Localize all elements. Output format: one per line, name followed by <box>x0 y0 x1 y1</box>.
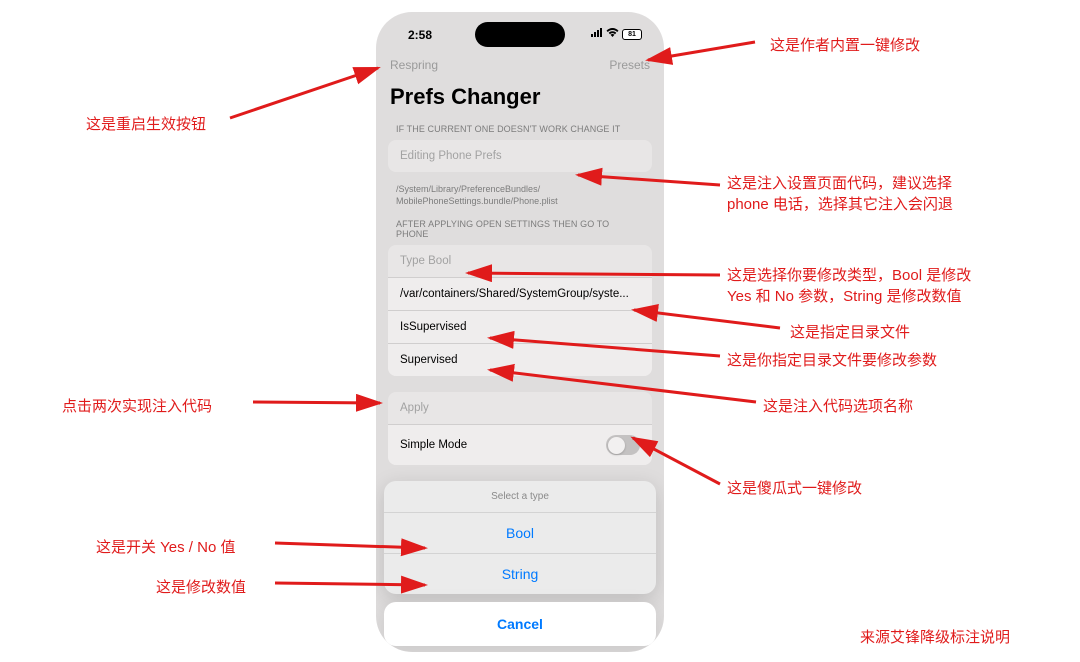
annot-apply: 点击两次实现注入代码 <box>62 395 212 416</box>
sheet-cancel-button[interactable]: Cancel <box>384 602 656 646</box>
is-supervised-cell[interactable]: IsSupervised <box>388 311 652 344</box>
dynamic-island <box>475 22 565 47</box>
annot-supervised: 这是注入代码选项名称 <box>763 395 913 416</box>
simple-mode-row: Simple Mode <box>388 425 652 465</box>
sheet-option-bool[interactable]: Bool <box>384 513 656 554</box>
status-icons: 81 <box>591 28 642 40</box>
annot-issupervised: 这是你指定目录文件要修改参数 <box>727 349 937 370</box>
plist-path-text: /System/Library/PreferenceBundles/ Mobil… <box>376 182 664 215</box>
supervised-cell[interactable]: Supervised <box>388 344 652 376</box>
section-label-1: IF THE CURRENT ONE DOESN'T WORK CHANGE I… <box>376 120 664 138</box>
status-time: 2:58 <box>408 28 432 42</box>
annot-string: 这是修改数值 <box>156 576 246 597</box>
page-title: Prefs Changer <box>376 78 664 120</box>
type-bool-cell[interactable]: Type Bool <box>388 245 652 278</box>
wifi-icon <box>606 28 619 40</box>
signal-icon <box>591 28 603 40</box>
annot-respring: 这是重启生效按钮 <box>86 113 206 134</box>
annot-source: 来源艾锋降级标注说明 <box>860 626 1010 647</box>
status-bar: 2:58 81 <box>376 12 664 56</box>
annot-bool: 这是开关 Yes / No 值 <box>96 536 235 557</box>
battery-icon: 81 <box>622 29 642 40</box>
annot-container: 这是指定目录文件 <box>790 321 910 342</box>
sheet-option-string[interactable]: String <box>384 554 656 594</box>
annot-simple: 这是傻瓜式一键修改 <box>727 477 862 498</box>
action-sheet: Select a type Bool String Cancel <box>384 481 656 646</box>
respring-button[interactable]: Respring <box>390 58 438 72</box>
presets-button[interactable]: Presets <box>609 58 650 72</box>
annot-presets: 这是作者内置一键修改 <box>770 34 920 55</box>
annot-typebool: 这是选择你要修改类型，Bool 是修改 Yes 和 No 参数，String 是… <box>727 264 971 306</box>
apply-button[interactable]: Apply <box>388 392 652 425</box>
sheet-title: Select a type <box>384 481 656 513</box>
container-path-cell[interactable]: /var/containers/Shared/SystemGroup/syste… <box>388 278 652 311</box>
annot-editing: 这是注入设置页面代码，建议选择 phone 电话，选择其它注入会闪退 <box>727 172 953 214</box>
phone-mockup: 2:58 81 Respring Presets Prefs Changer I… <box>376 12 664 652</box>
simple-mode-toggle[interactable] <box>606 435 640 455</box>
section-label-2: AFTER APPLYING OPEN SETTINGS THEN GO TO … <box>376 215 664 243</box>
simple-mode-label: Simple Mode <box>400 439 467 451</box>
editing-prefs-input[interactable]: Editing Phone Prefs <box>388 140 652 172</box>
